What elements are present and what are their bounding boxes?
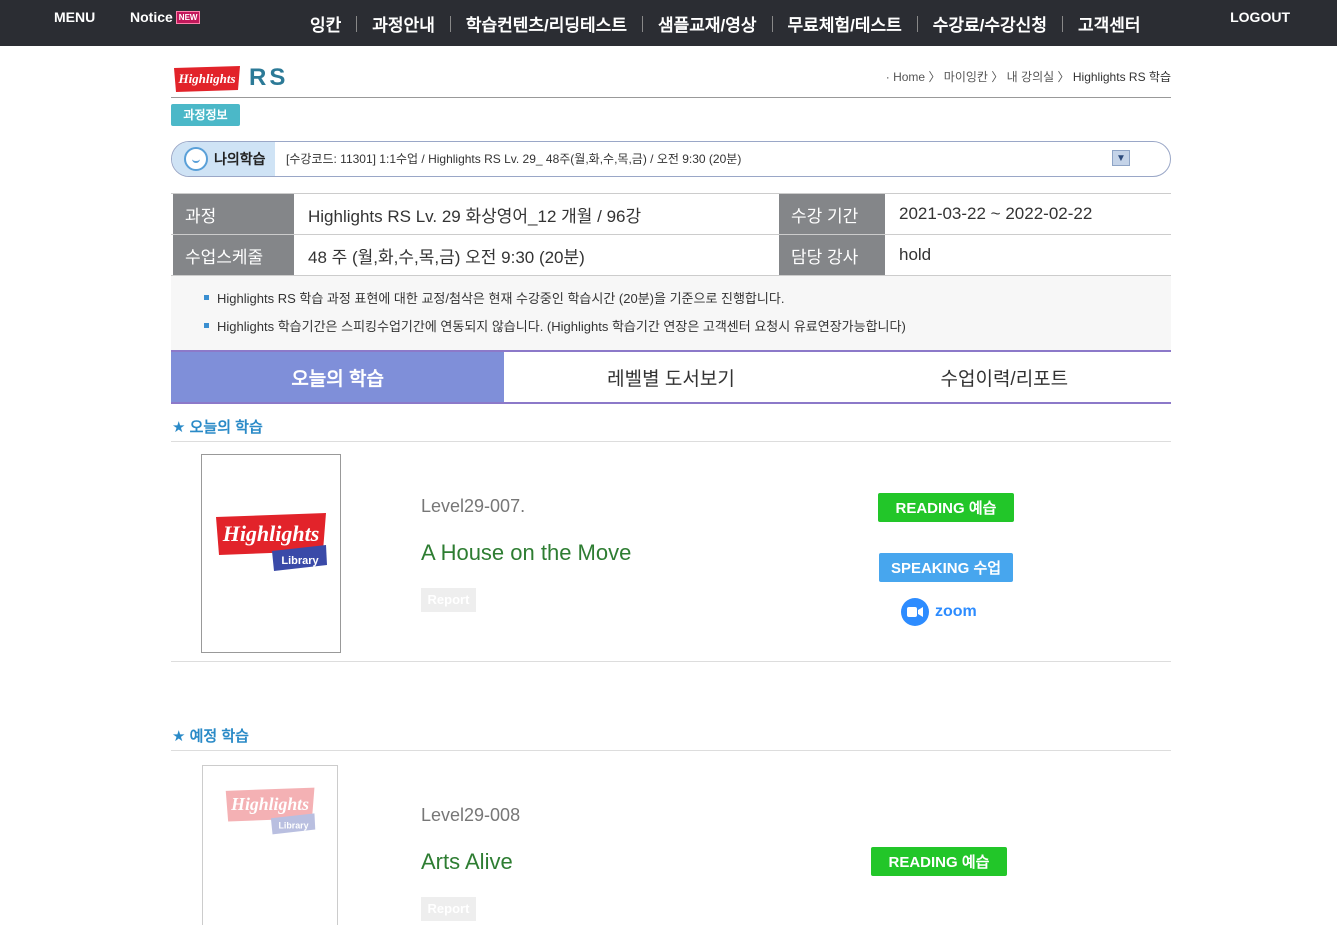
- reading-preview-button[interactable]: READING 예습: [871, 847, 1007, 876]
- breadcrumb-sep: 〉: [991, 70, 1004, 84]
- book-cover[interactable]: Highlights Library: [202, 765, 338, 925]
- tab-today[interactable]: 오늘의 학습: [171, 352, 505, 402]
- breadcrumb: · Home 〉 마이잉칸 〉 내 강의실 〉 Highlights RS 학습: [886, 68, 1171, 85]
- nav-item-support[interactable]: 고객센터: [1063, 11, 1156, 36]
- nav-item-free-trial[interactable]: 무료체험/테스트: [773, 11, 917, 36]
- speaking-class-button[interactable]: SPEAKING 수업: [879, 553, 1013, 582]
- book-logo-text: Highlights: [230, 794, 309, 814]
- brand-rs: RS: [249, 64, 289, 91]
- nav-item-ingkan[interactable]: 잉칸: [295, 11, 356, 36]
- info-schedule-label: 수업스케줄: [173, 235, 296, 275]
- highlights-library-logo: Highlights Library: [216, 513, 327, 571]
- zoom-camera-icon: [901, 598, 929, 626]
- info-schedule-value: 48 주 (월,화,수,목,금) 오전 9:30 (20분): [296, 235, 779, 275]
- breadcrumb-classroom[interactable]: 내 강의실: [1007, 70, 1055, 84]
- breadcrumb-home[interactable]: Home: [893, 70, 925, 84]
- main-nav: 잉칸 과정안내 학습컨텐츠/리딩테스트 샘플교재/영상 무료체험/테스트 수강료…: [295, 11, 1156, 36]
- section-divider: [171, 441, 1171, 442]
- section-divider: [171, 661, 1171, 662]
- breadcrumb-dot: ·: [885, 70, 894, 84]
- report-button[interactable]: Report: [421, 897, 476, 921]
- book-sub-text: Library: [281, 555, 319, 567]
- lesson-level: Level29-007.: [421, 496, 526, 516]
- reading-preview-button[interactable]: READING 예습: [878, 493, 1014, 522]
- logout-button[interactable]: LOGOUT: [1230, 9, 1290, 25]
- book-cover[interactable]: Highlights Library: [201, 454, 341, 653]
- section-divider: [171, 750, 1171, 751]
- zoom-link[interactable]: zoom: [901, 598, 977, 626]
- notice-link[interactable]: Notice NEW: [130, 9, 201, 25]
- breadcrumb-sep: 〉: [928, 70, 941, 84]
- bullet-icon: [204, 323, 209, 328]
- lesson-title[interactable]: Arts Alive: [421, 849, 513, 875]
- logo-text: Highlights: [177, 71, 235, 86]
- zoom-label: zoom: [935, 603, 977, 620]
- nav-item-pricing[interactable]: 수강료/수강신청: [918, 11, 1062, 36]
- header-divider: [171, 97, 1171, 98]
- info-period-value: 2021-03-22 ~ 2022-02-22: [899, 204, 1093, 223]
- breadcrumb-my[interactable]: 마이잉칸: [944, 70, 988, 84]
- lesson-title[interactable]: A House on the Move: [421, 540, 631, 566]
- nav-item-contents[interactable]: 학습컨텐츠/리딩테스트: [451, 11, 642, 36]
- section-title-upcoming: ★ 예정 학습: [172, 728, 249, 745]
- report-button[interactable]: Report: [421, 588, 476, 612]
- info-course-label: 과정: [173, 194, 296, 234]
- study-tabs: 오늘의 학습 레벨별 도서보기 수업이력/리포트: [171, 350, 1171, 404]
- nav-item-samples[interactable]: 샘플교재/영상: [643, 11, 772, 36]
- info-row: 수업스케줄 48 주 (월,화,수,목,금) 오전 9:30 (20분) 담당 …: [171, 235, 1171, 276]
- tab-books-by-level[interactable]: 레벨별 도서보기: [504, 352, 837, 402]
- note-text: Highlights RS 학습 과정 표현에 대한 교정/첨삭은 현재 수강중…: [217, 291, 785, 306]
- nav-item-course-info[interactable]: 과정안내: [357, 11, 450, 36]
- menu-button[interactable]: MENU: [54, 9, 95, 25]
- my-study-label-text: 나의학습: [214, 151, 266, 167]
- note-text: Highlights 학습기간은 스피킹수업기간에 연동되지 않습니다. (Hi…: [217, 319, 906, 334]
- my-study-label: 나의학습: [172, 142, 275, 176]
- my-study-selected-value: [수강코드: 11301] 1:1수업 / Highlights RS Lv. …: [286, 152, 742, 166]
- info-period-label: 수강 기간: [779, 194, 887, 234]
- highlights-library-logo: Highlights Library: [225, 787, 316, 835]
- highlights-logo[interactable]: Highlights: [172, 64, 242, 94]
- my-study-selector[interactable]: 나의학습 [수강코드: 11301] 1:1수업 / Highlights RS…: [171, 141, 1171, 177]
- breadcrumb-current: Highlights RS 학습: [1072, 70, 1171, 84]
- tab-history-report[interactable]: 수업이력/리포트: [838, 352, 1171, 402]
- book-logo-text: Highlights: [222, 521, 320, 546]
- chevron-down-icon[interactable]: ▼: [1112, 150, 1130, 166]
- smiley-icon: [184, 147, 208, 171]
- new-badge: NEW: [175, 10, 201, 24]
- lesson-level: Level29-008: [421, 805, 521, 825]
- info-row: 과정 Highlights RS Lv. 29 화상영어_12 개월 / 96강…: [171, 194, 1171, 235]
- note-item: Highlights RS 학습 과정 표현에 대한 교정/첨삭은 현재 수강중…: [204, 288, 1171, 307]
- info-teacher-value: hold: [899, 245, 932, 264]
- info-course-value: Highlights RS Lv. 29 화상영어_12 개월 / 96강: [296, 194, 779, 234]
- top-nav-bar: MENU Notice NEW 잉칸 과정안내 학습컨텐츠/리딩테스트 샘플교재…: [0, 0, 1337, 46]
- note-item: Highlights 학습기간은 스피킹수업기간에 연동되지 않습니다. (Hi…: [204, 316, 1171, 335]
- book-sub-text: Library: [278, 821, 308, 831]
- bullet-icon: [204, 295, 209, 300]
- info-teacher-label: 담당 강사: [779, 235, 887, 275]
- course-info-badge: 과정정보: [171, 104, 240, 126]
- course-info-table: 과정 Highlights RS Lv. 29 화상영어_12 개월 / 96강…: [171, 193, 1171, 276]
- section-title-today: ★ 오늘의 학습: [172, 419, 263, 436]
- notice-label: Notice: [130, 9, 173, 25]
- notes-box: Highlights RS 학습 과정 표현에 대한 교정/첨삭은 현재 수강중…: [171, 276, 1171, 350]
- breadcrumb-sep: 〉: [1057, 70, 1070, 84]
